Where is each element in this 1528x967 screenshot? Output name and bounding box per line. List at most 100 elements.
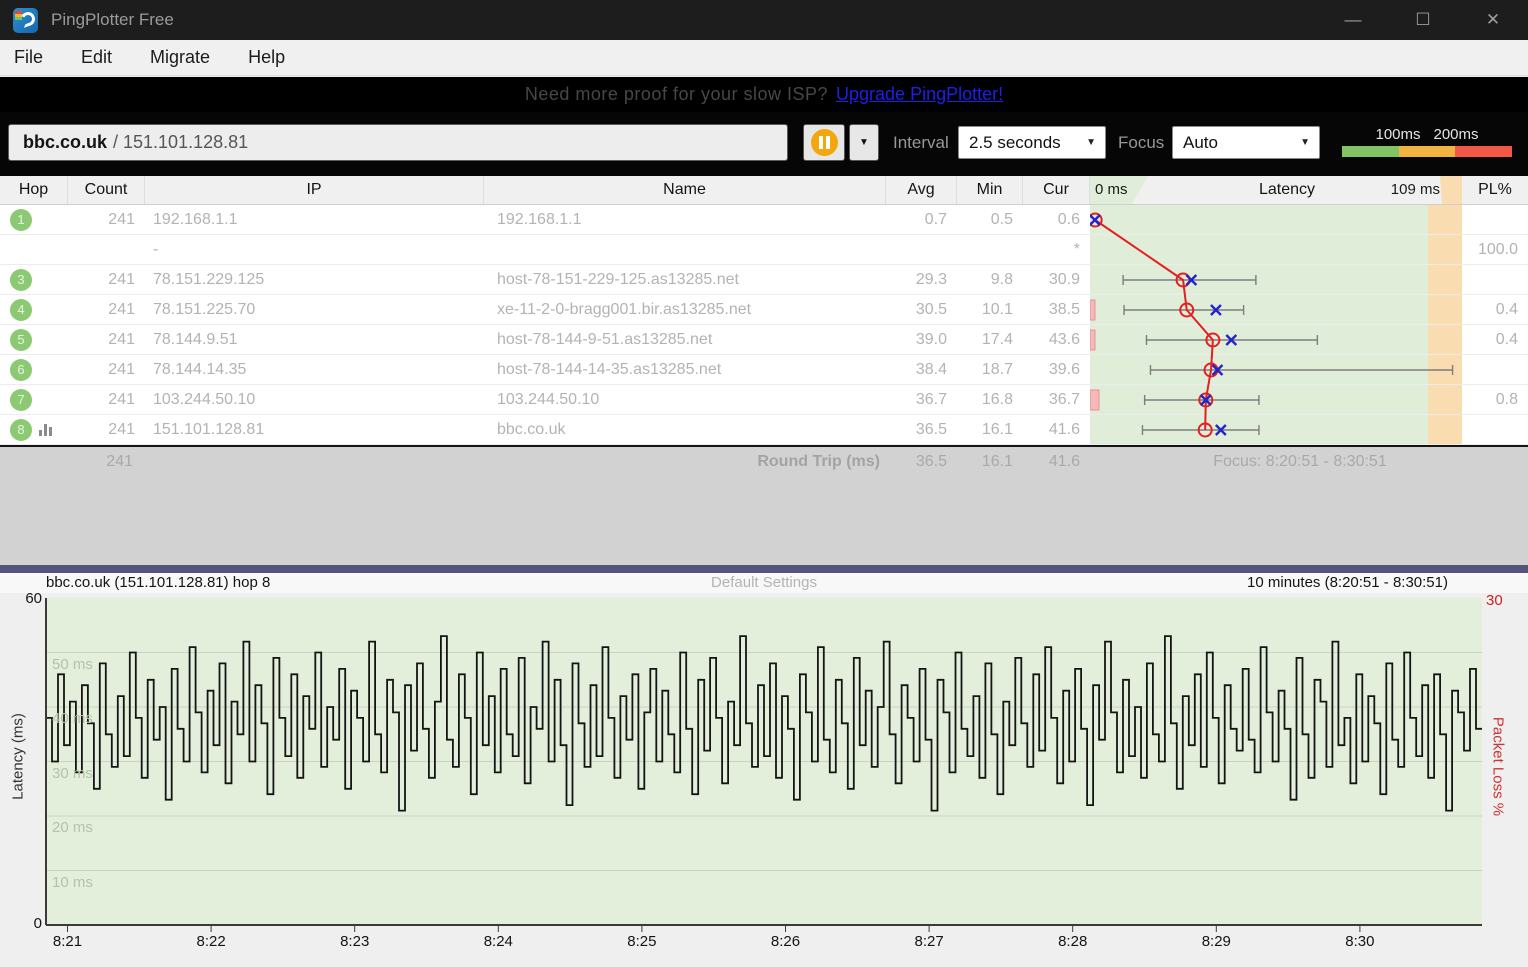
summary-min: 16.1 <box>957 453 1013 471</box>
hop-cell <box>0 235 68 264</box>
summary-label: Round Trip (ms) <box>600 453 880 471</box>
target-input[interactable]: bbc.co.uk / 151.101.128.81 <box>8 124 788 161</box>
pingplotter-window: PingPlotter Free — ☐ ✕ FileEditMigrateHe… <box>0 0 1528 967</box>
upgrade-link[interactable]: Upgrade PingPlotter! <box>836 84 1003 105</box>
min-cell: 16.1 <box>957 415 1023 444</box>
name-cell: bbc.co.uk <box>484 415 886 444</box>
grid-label: 20 ms <box>52 819 93 836</box>
avg-cell <box>886 235 957 264</box>
menu-item-migrate[interactable]: Migrate <box>136 47 224 68</box>
cur-cell: 41.6 <box>1023 415 1090 444</box>
header-pl[interactable]: PL% <box>1462 176 1528 204</box>
latency-threshold-band <box>1428 355 1462 384</box>
name-cell: host-78-144-14-35.as13285.net <box>484 355 886 384</box>
focus-select[interactable]: Auto ▼ <box>1172 126 1320 159</box>
menu-item-help[interactable]: Help <box>234 47 299 68</box>
hop-cell: 5 <box>0 325 68 354</box>
x-tick-label: 8:24 <box>484 933 513 950</box>
upgrade-banner: Need more proof for your slow ISP? Upgra… <box>0 77 1528 112</box>
latency-cell <box>1090 355 1462 384</box>
min-cell: 18.7 <box>957 355 1023 384</box>
hop-cell: 8 <box>0 415 68 444</box>
timeline-graph-panel: Default Settings bbc.co.uk (151.101.128.… <box>0 573 1528 967</box>
header-hop[interactable]: Hop <box>0 176 68 204</box>
ip-cell: 78.144.9.51 <box>145 325 484 354</box>
min-cell: 9.8 <box>957 265 1023 294</box>
close-button[interactable]: ✕ <box>1458 0 1528 40</box>
grid-label: 40 ms <box>52 710 93 727</box>
chevron-down-icon: ▼ <box>1300 137 1310 148</box>
header-count[interactable]: Count <box>68 176 145 204</box>
target-ip: / 151.101.128.81 <box>113 132 248 153</box>
grid-label: 10 ms <box>52 874 93 891</box>
hop-row-3[interactable]: 324178.151.229.125host-78-151-229-125.as… <box>0 265 1528 295</box>
interval-value: 2.5 seconds <box>969 133 1061 153</box>
hop-status-icon: 8 <box>10 419 32 441</box>
header-min[interactable]: Min <box>957 176 1023 204</box>
pause-button[interactable] <box>803 124 845 161</box>
menu-item-file[interactable]: File <box>0 47 57 68</box>
name-cell: 192.168.1.1 <box>484 205 886 234</box>
count-cell: 241 <box>68 355 145 384</box>
avg-cell: 36.7 <box>886 385 957 414</box>
legend-200ms: 200ms <box>1433 126 1478 143</box>
maximize-button[interactable]: ☐ <box>1388 0 1458 40</box>
hop-row-6[interactable]: 624178.144.14.35host-78-144-14-35.as1328… <box>0 355 1528 385</box>
hop-row-2[interactable]: -*100.0 <box>0 235 1528 265</box>
app-icon <box>13 8 38 33</box>
avg-cell: 36.5 <box>886 415 957 444</box>
hop-cell: 6 <box>0 355 68 384</box>
count-cell: 241 <box>68 415 145 444</box>
chevron-down-icon: ▼ <box>1086 137 1096 148</box>
x-tick-label: 8:27 <box>914 933 943 950</box>
legend-yellow-segment <box>1399 146 1456 157</box>
menu-item-edit[interactable]: Edit <box>67 47 126 68</box>
latency-cell <box>1090 205 1462 234</box>
summary-focus-range: Focus: 8:20:51 - 8:30:51 <box>1150 453 1450 471</box>
minimize-button[interactable]: — <box>1318 0 1388 40</box>
legend-green-segment <box>1342 146 1399 157</box>
header-cur[interactable]: Cur <box>1023 176 1090 204</box>
header-name[interactable]: Name <box>484 176 886 204</box>
pause-icon <box>811 129 838 156</box>
x-tick-label: 8:26 <box>771 933 800 950</box>
latency-timeline-chart[interactable] <box>0 573 1528 967</box>
grid-label: 30 ms <box>52 765 93 782</box>
cur-cell: 38.5 <box>1023 295 1090 324</box>
hop-rows: 1241192.168.1.1192.168.1.10.70.50.6-*100… <box>0 205 1528 447</box>
packet-loss-cell: 0.4 <box>1462 325 1528 354</box>
hop-cell: 1 <box>0 205 68 234</box>
latency-title: Latency <box>1259 181 1315 199</box>
header-ip[interactable]: IP <box>145 176 484 204</box>
panel-divider[interactable] <box>0 565 1528 573</box>
trace-options-dropdown[interactable]: ▼ <box>849 124 879 161</box>
hop-row-4[interactable]: 424178.151.225.70xe-11-2-0-bragg001.bir.… <box>0 295 1528 325</box>
x-tick-label: 8:23 <box>340 933 369 950</box>
avg-cell: 29.3 <box>886 265 957 294</box>
hop-row-8[interactable]: 8241151.101.128.81bbc.co.uk36.516.141.6 <box>0 415 1528 445</box>
latency-threshold-band <box>1428 265 1462 294</box>
cur-cell: 0.6 <box>1023 205 1090 234</box>
hop-status-icon: 6 <box>10 359 32 381</box>
hop-row-5[interactable]: 524178.144.9.51host-78-144-9-51.as13285.… <box>0 325 1528 355</box>
graphed-hop-icon <box>39 424 52 436</box>
ip-cell: 103.244.50.10 <box>145 385 484 414</box>
header-avg[interactable]: Avg <box>886 176 957 204</box>
packet-loss-cell: 100.0 <box>1462 235 1528 264</box>
name-cell <box>484 235 886 264</box>
min-cell: 16.8 <box>957 385 1023 414</box>
latency-axis-min: 0 ms <box>1095 181 1128 198</box>
banner-text: Need more proof for your slow ISP? <box>525 84 828 105</box>
latency-threshold-band <box>1428 385 1462 414</box>
hop-status-icon: 4 <box>10 299 32 321</box>
legend-100ms: 100ms <box>1375 126 1420 143</box>
hop-status-icon: 5 <box>10 329 32 351</box>
hop-cell: 7 <box>0 385 68 414</box>
latency-threshold-band <box>1428 415 1462 444</box>
latency-threshold-band <box>1428 205 1462 234</box>
hop-row-1[interactable]: 1241192.168.1.1192.168.1.10.70.50.6 <box>0 205 1528 235</box>
summary-cur: 41.6 <box>1023 453 1080 471</box>
interval-select[interactable]: 2.5 seconds ▼ <box>958 126 1106 159</box>
hop-row-7[interactable]: 7241103.244.50.10103.244.50.1036.716.836… <box>0 385 1528 415</box>
header-latency[interactable]: Latency 0 ms 109 ms <box>1090 176 1462 204</box>
